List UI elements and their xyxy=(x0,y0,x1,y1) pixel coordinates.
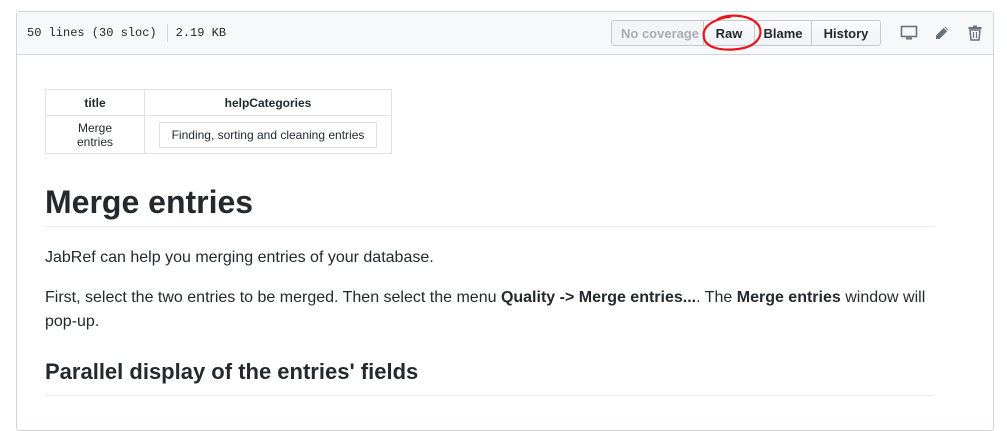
file-header: 50 lines (30 sloc) 2.19 KB No coverage Ra… xyxy=(17,12,993,55)
category-tag: Finding, sorting and cleaning entries xyxy=(158,121,378,148)
line-count: 50 lines (30 sloc) xyxy=(27,26,157,40)
table-row: Merge entries Finding, sorting and clean… xyxy=(45,115,392,154)
file-size: 2.19 KB xyxy=(175,26,227,40)
table-cell-title: Merge entries xyxy=(45,115,145,154)
pencil-icon[interactable] xyxy=(932,23,952,43)
blame-button[interactable]: Blame xyxy=(754,20,812,46)
file-icons xyxy=(899,23,985,43)
file-actions: No coverage Raw Blame History xyxy=(611,20,881,46)
instructions-paragraph: First, select the two entries to be merg… xyxy=(45,286,933,334)
page-title: Merge entries xyxy=(45,180,933,227)
markdown-body: title helpCategories Merge entries Findi… xyxy=(45,89,933,396)
separator xyxy=(166,23,168,42)
table-header-title: title xyxy=(45,89,145,116)
table-header-row: title helpCategories xyxy=(45,89,392,116)
desktop-icon[interactable] xyxy=(899,23,919,43)
window-name: Merge entries xyxy=(736,289,841,306)
raw-button[interactable]: Raw xyxy=(703,20,755,46)
trash-icon[interactable] xyxy=(965,23,985,43)
metadata-table: title helpCategories Merge entries Findi… xyxy=(45,89,392,154)
table-header-categories: helpCategories xyxy=(144,89,392,116)
table-cell-categories: Finding, sorting and cleaning entries xyxy=(144,115,392,154)
coverage-button: No coverage xyxy=(611,20,704,46)
section-heading: Parallel display of the entries' fields xyxy=(45,356,933,396)
menu-path: Quality -> Merge entries... xyxy=(500,289,697,306)
history-button[interactable]: History xyxy=(811,20,881,46)
instructions-text-2: . The xyxy=(696,289,737,306)
instructions-text-1: First, select the two entries to be merg… xyxy=(45,289,501,306)
file-info: 50 lines (30 sloc) 2.19 KB xyxy=(27,12,226,54)
intro-paragraph: JabRef can help you merging entries of y… xyxy=(45,249,434,266)
